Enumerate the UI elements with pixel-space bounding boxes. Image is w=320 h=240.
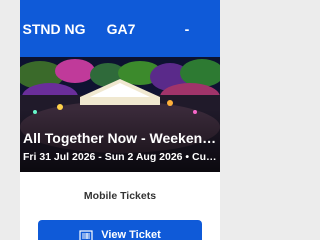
ticket-icon (79, 230, 93, 240)
ticket-header: STND NG GA7 - (20, 0, 220, 57)
delivery-method-label: Mobile Tickets (83, 190, 157, 202)
view-ticket-label: View Ticket (101, 229, 161, 240)
view-ticket-button[interactable]: View Ticket (38, 220, 202, 240)
seat-value: - (184, 20, 190, 37)
row-value: GA7 (106, 20, 136, 37)
ticket-card: STND NG GA7 - All Together Now - Weekend… (20, 0, 220, 240)
event-title: All Together Now - Weekend Camping (23, 130, 219, 146)
event-dates: Fri 31 Jul 2026 - Sun 2 Aug 2026 • Curra… (23, 151, 219, 163)
section-value: STND NG (22, 20, 86, 37)
